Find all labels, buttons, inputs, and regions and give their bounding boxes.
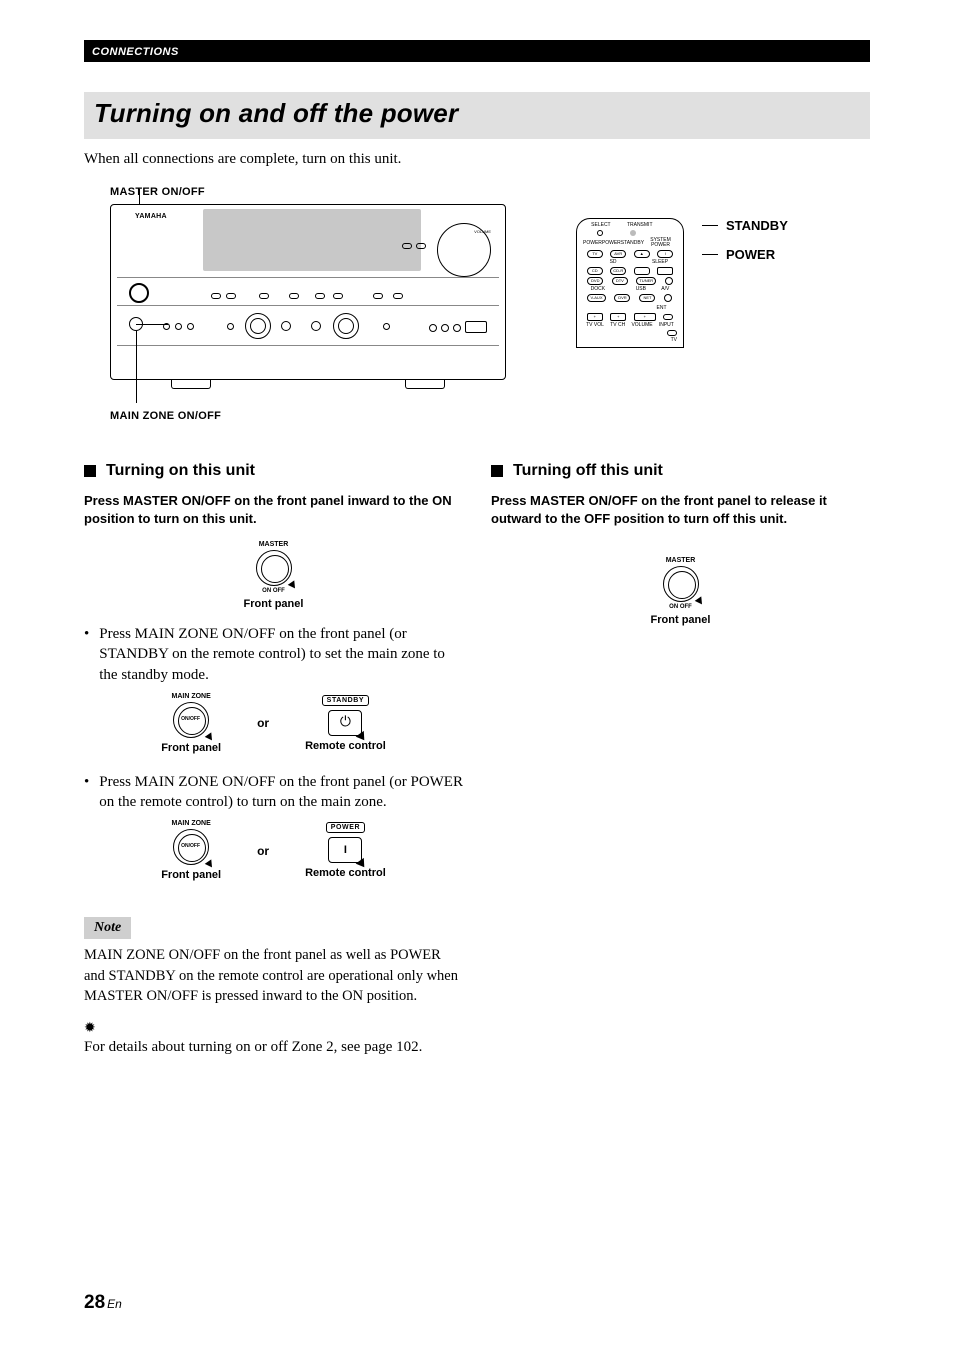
master-knob-icon (256, 550, 292, 586)
heading-turning-on: Turning on this unit (84, 462, 463, 480)
heading-turning-off: Turning off this unit (491, 462, 870, 480)
poweron-bullet: •Press MAIN ZONE ON/OFF on the front pan… (84, 772, 463, 813)
front-panel-caption: Front panel (244, 598, 304, 610)
or-label: or (257, 844, 269, 858)
master-onoff-knob (129, 283, 149, 303)
remote-power-button-figure: POWER I Remote control (305, 822, 386, 879)
poweron-figure: MAIN ZONE ON/OFF Front panel or POWER I … (84, 820, 463, 881)
master-knob-icon (663, 566, 699, 602)
running-header: CONNECTIONS (84, 40, 870, 62)
page-number: 28En (84, 1292, 122, 1314)
front-panel-illustration: YAMAHA VOLUME (110, 204, 506, 380)
master-onoff-label: MASTER ON/OFF (110, 186, 870, 198)
power-callout: POWER (726, 247, 775, 262)
overview-figure: YAMAHA VOLUME (110, 204, 870, 422)
page-title-bar: Turning on and off the power (84, 92, 870, 139)
master-knob-figure: MASTER ON OFF Front panel (84, 541, 463, 610)
mainzone-knob-icon: ON/OFF (173, 702, 209, 738)
note-flag: Note (84, 917, 131, 939)
mainzone-onoff-label: MAIN ZONE ON/OFF (110, 410, 221, 422)
tip-text: For details about turning on or off Zone… (84, 1039, 463, 1056)
brand-logo: YAMAHA (135, 213, 167, 220)
tip-icon: ✹ (84, 1020, 463, 1037)
mainzone-knob-icon: ON/OFF (173, 829, 209, 865)
volume-knob (437, 223, 491, 277)
remote-callouts: STANDBY POWER (702, 218, 788, 262)
intro-text: When all connections are complete, turn … (84, 151, 870, 168)
power-icon: I (328, 837, 362, 863)
turning-off-instruction: Press MASTER ON/OFF on the front panel t… (491, 492, 870, 527)
turning-on-instruction: Press MASTER ON/OFF on the front panel i… (84, 492, 463, 527)
or-label: or (257, 716, 269, 730)
remote-top-illustration: SELECTTRANSMIT POWERPOWERSTANDBYSYSTEM P… (576, 218, 684, 348)
standby-icon: ⏻ (328, 710, 362, 736)
page-title: Turning on and off the power (94, 98, 458, 128)
note-text: MAIN ZONE ON/OFF on the front panel as w… (84, 945, 463, 1006)
standby-figure: MAIN ZONE ON/OFF Front panel or STANDBY … (84, 693, 463, 754)
front-panel-caption: Front panel (651, 614, 711, 626)
standby-callout: STANDBY (726, 218, 788, 233)
master-knob-figure-off: MASTER ON OFF Front panel (491, 557, 870, 626)
front-display (203, 209, 421, 271)
square-bullet-icon (491, 465, 503, 477)
standby-bullet: •Press MAIN ZONE ON/OFF on the front pan… (84, 624, 463, 685)
section-name: CONNECTIONS (92, 46, 179, 58)
square-bullet-icon (84, 465, 96, 477)
remote-standby-button-figure: STANDBY ⏻ Remote control (305, 695, 386, 752)
